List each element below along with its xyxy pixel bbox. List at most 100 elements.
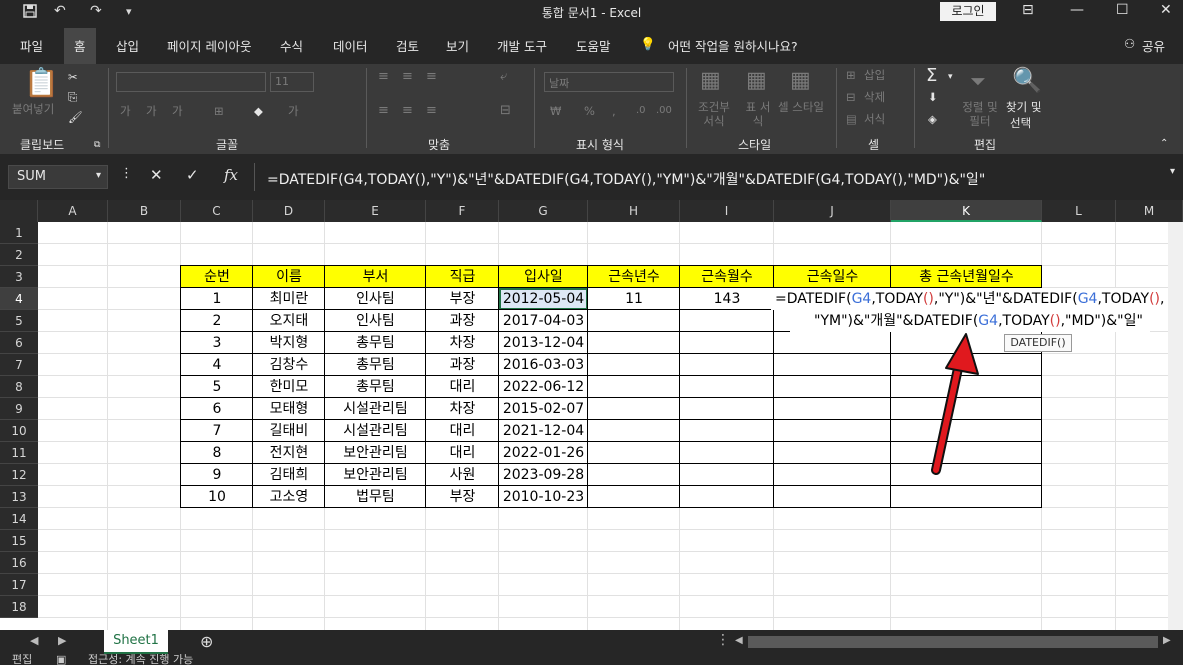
table-cell[interactable]: 4: [181, 354, 253, 376]
delete-cells-button[interactable]: 삭제: [864, 90, 885, 104]
table-cell[interactable]: 2023-09-28: [499, 464, 588, 486]
select-all-corner[interactable]: [0, 200, 38, 222]
table-cell[interactable]: 2015-02-07: [499, 398, 588, 420]
row-header[interactable]: 18: [0, 596, 38, 618]
tab-developer[interactable]: 개발 도구: [497, 36, 547, 55]
delete-cells-icon[interactable]: ⊟: [846, 90, 856, 104]
table-cell[interactable]: 전지현: [253, 442, 325, 464]
italic-icon[interactable]: 가: [146, 104, 157, 118]
row-header[interactable]: 8: [0, 376, 38, 398]
table-header-cell[interactable]: 근속일수: [774, 266, 891, 288]
table-cell[interactable]: 최미란: [253, 288, 325, 310]
table-cell[interactable]: [588, 420, 680, 442]
conditional-format-button[interactable]: 조건부 서식: [694, 100, 734, 128]
table-cell[interactable]: 보안관리팀: [325, 464, 426, 486]
table-cell[interactable]: 박지형: [253, 332, 325, 354]
sort-filter-button[interactable]: 정렬 및 필터: [958, 100, 1002, 128]
table-cell[interactable]: [680, 420, 774, 442]
column-header[interactable]: I: [680, 200, 774, 222]
table-cell[interactable]: [680, 398, 774, 420]
left-align-icon[interactable]: ≡: [378, 104, 389, 118]
cancel-entry-icon[interactable]: ✕: [150, 166, 163, 184]
row-header[interactable]: 9: [0, 398, 38, 420]
tab-review[interactable]: 검토: [396, 36, 419, 55]
expand-formula-bar-icon[interactable]: ▾: [1170, 166, 1175, 177]
minimize-icon[interactable]: —: [1070, 2, 1084, 18]
row-header[interactable]: 14: [0, 508, 38, 530]
fill-color-icon[interactable]: ◆: [254, 104, 263, 118]
table-cell[interactable]: 오지태: [253, 310, 325, 332]
table-header-cell[interactable]: 입사일: [499, 266, 588, 288]
percent-icon[interactable]: %: [584, 104, 595, 118]
hscroll-left-icon[interactable]: ◀: [735, 635, 743, 646]
column-header[interactable]: F: [426, 200, 499, 222]
add-sheet-icon[interactable]: ⊕: [200, 632, 213, 651]
copy-icon[interactable]: ⎘: [68, 90, 77, 104]
tab-page-layout[interactable]: 페이지 레이아웃: [167, 36, 251, 55]
table-cell[interactable]: 한미모: [253, 376, 325, 398]
table-cell[interactable]: 과장: [426, 310, 499, 332]
insert-cells-icon[interactable]: ⊞: [846, 68, 856, 82]
table-cell[interactable]: 2012-05-04: [499, 288, 588, 310]
table-cell[interactable]: 2010-10-23: [499, 486, 588, 508]
find-search-icon[interactable]: 🔍: [1012, 66, 1042, 94]
column-header[interactable]: B: [108, 200, 181, 222]
table-header-cell[interactable]: 이름: [253, 266, 325, 288]
tab-insert[interactable]: 삽입: [116, 36, 139, 55]
middle-align-icon[interactable]: ≡: [402, 70, 413, 84]
table-cell[interactable]: 6: [181, 398, 253, 420]
table-cell[interactable]: 인사팀: [325, 310, 426, 332]
table-cell[interactable]: 시설관리팀: [325, 420, 426, 442]
merge-center-icon[interactable]: ⊟: [500, 104, 511, 118]
table-cell[interactable]: [588, 398, 680, 420]
table-cell[interactable]: 1: [181, 288, 253, 310]
function-tooltip[interactable]: DATEDIF(): [1004, 334, 1072, 352]
decrease-decimal-icon[interactable]: .00: [656, 104, 672, 118]
ribbon-display-icon[interactable]: ⊟: [1022, 2, 1034, 18]
bottom-align-icon[interactable]: ≡: [426, 70, 437, 84]
column-header[interactable]: G: [499, 200, 588, 222]
insert-function-icon[interactable]: fx: [224, 166, 238, 184]
scroll-right-icon[interactable]: ▶: [58, 634, 66, 647]
close-icon[interactable]: ✕: [1160, 2, 1172, 18]
row-header[interactable]: 1: [0, 222, 38, 244]
table-cell[interactable]: 8: [181, 442, 253, 464]
clear-icon[interactable]: ◈: [928, 112, 937, 126]
sheet-tab-sheet1[interactable]: Sheet1: [104, 630, 168, 654]
table-cell[interactable]: 고소영: [253, 486, 325, 508]
row-header[interactable]: 2: [0, 244, 38, 266]
tab-formulas[interactable]: 수식: [280, 36, 303, 55]
table-cell[interactable]: 차장: [426, 332, 499, 354]
increase-decimal-icon[interactable]: .0: [636, 104, 646, 118]
table-cell[interactable]: [588, 332, 680, 354]
autosum-dropdown-icon[interactable]: ▾: [948, 70, 953, 84]
column-header[interactable]: K: [891, 200, 1042, 222]
column-header[interactable]: C: [181, 200, 253, 222]
table-cell[interactable]: 2021-12-04: [499, 420, 588, 442]
cell-style-button[interactable]: 셀 스타일: [776, 100, 826, 114]
formula-input[interactable]: =DATEDIF(G4,TODAY(),"Y")&"년"&DATEDIF(G4,…: [254, 163, 1183, 191]
row-header[interactable]: 11: [0, 442, 38, 464]
column-header[interactable]: H: [588, 200, 680, 222]
name-box-dropdown-icon[interactable]: ▾: [96, 170, 101, 181]
share-button[interactable]: 공유: [1142, 36, 1165, 55]
font-size-select[interactable]: 11: [270, 72, 314, 92]
currency-icon[interactable]: ₩: [550, 104, 561, 118]
row-header[interactable]: 17: [0, 574, 38, 596]
horizontal-scrollbar-thumb[interactable]: [748, 636, 1158, 648]
table-cell[interactable]: [588, 464, 680, 486]
table-cell[interactable]: 2022-01-26: [499, 442, 588, 464]
table-cell[interactable]: 총무팀: [325, 332, 426, 354]
table-cell[interactable]: 143: [680, 288, 774, 310]
wrap-text-icon[interactable]: ⤶: [500, 70, 507, 84]
table-header-cell[interactable]: 부서: [325, 266, 426, 288]
vertical-scrollbar[interactable]: [1168, 222, 1183, 630]
column-header[interactable]: E: [325, 200, 426, 222]
top-align-icon[interactable]: ≡: [378, 70, 389, 84]
table-cell[interactable]: [680, 442, 774, 464]
cut-icon[interactable]: ✂: [68, 70, 78, 84]
table-cell[interactable]: 대리: [426, 376, 499, 398]
table-cell[interactable]: 과장: [426, 354, 499, 376]
table-cell[interactable]: 7: [181, 420, 253, 442]
insert-cells-button[interactable]: 삽입: [864, 68, 885, 82]
